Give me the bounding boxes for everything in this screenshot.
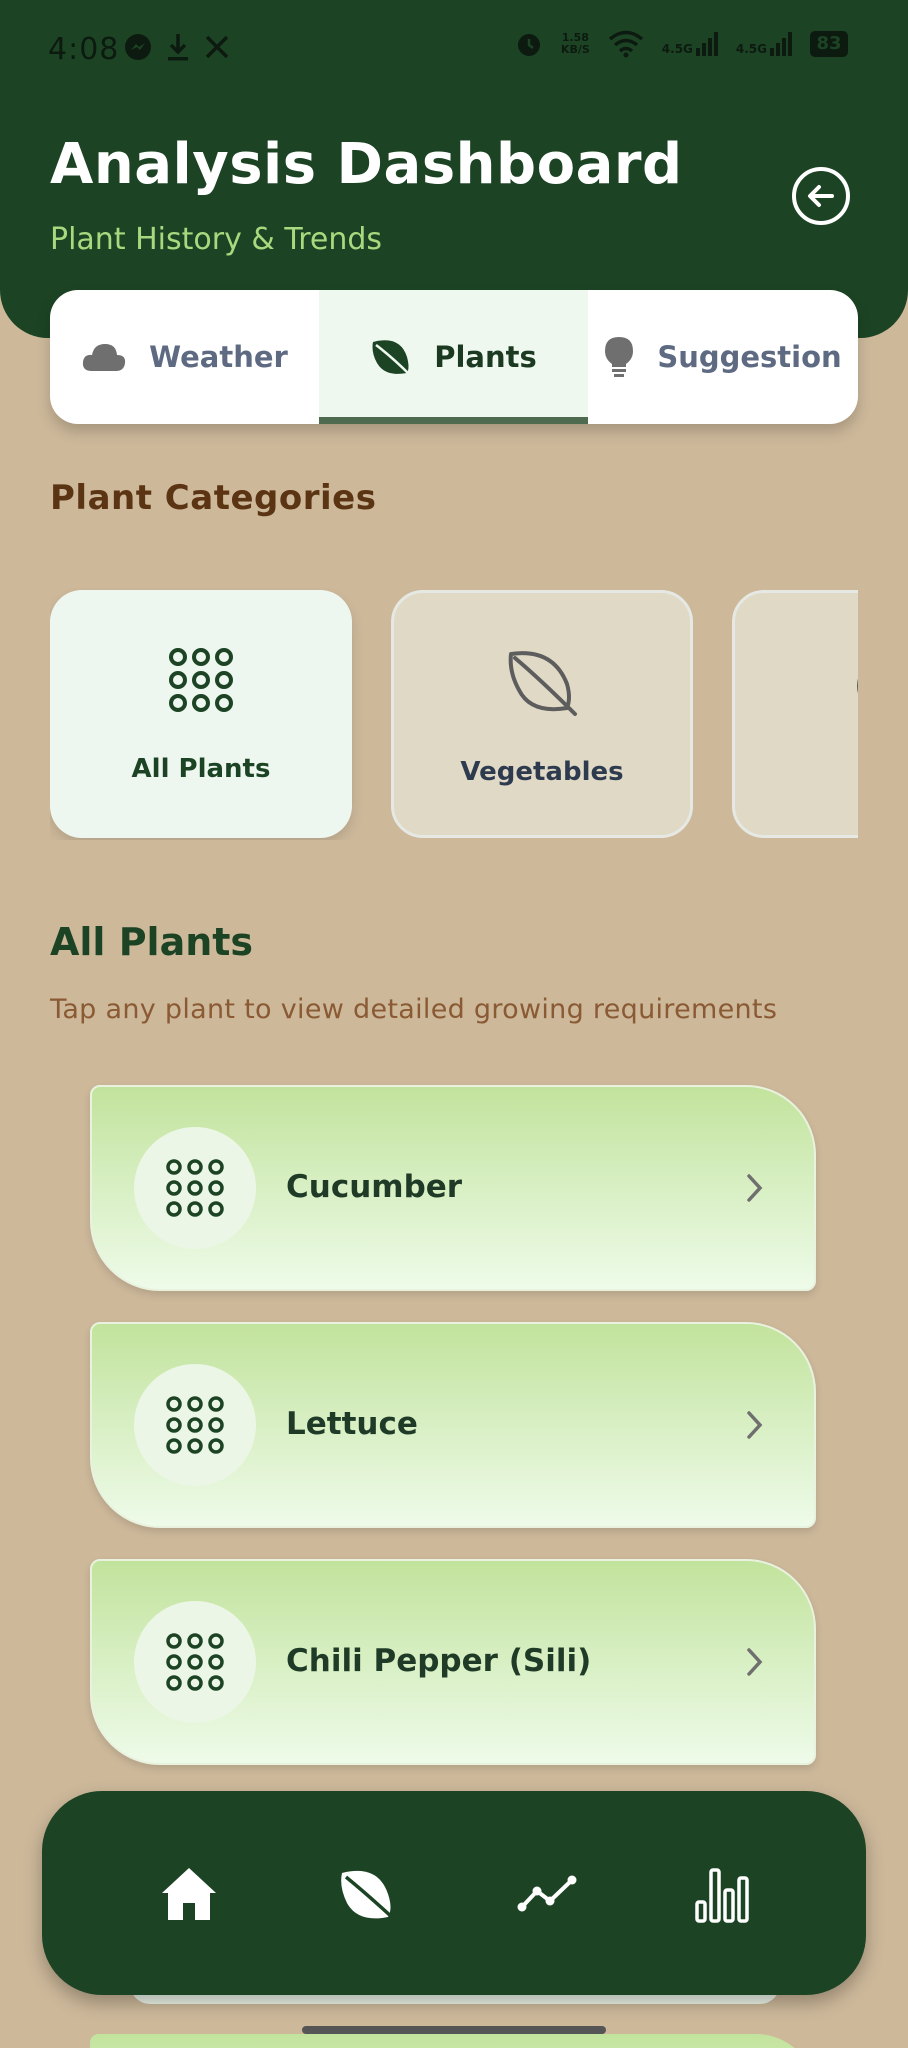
leaf-outline-icon bbox=[508, 651, 577, 716]
leaf-icon bbox=[341, 1870, 396, 1921]
home-indicator bbox=[302, 2026, 606, 2034]
plant-avatar bbox=[134, 1127, 256, 1249]
network-label-1: 4.5G bbox=[661, 42, 693, 56]
plant-card-partial-next[interactable] bbox=[90, 2034, 816, 2048]
bar-chart-icon bbox=[695, 1868, 749, 1923]
speed-unit: KB/S bbox=[560, 43, 590, 56]
grid-dots-icon bbox=[166, 1159, 224, 1217]
page-subtitle: Plant History & Trends bbox=[50, 222, 383, 257]
circle-icon bbox=[857, 678, 858, 694]
plant-name: Cucumber bbox=[286, 1169, 463, 1205]
tab-label: Suggestion bbox=[657, 340, 842, 374]
wifi-icon bbox=[608, 30, 643, 58]
chevron-right-icon bbox=[747, 1648, 763, 1676]
chevron-right-icon bbox=[747, 1411, 763, 1439]
tab-label: Weather bbox=[149, 340, 288, 374]
page-title: Analysis Dashboard bbox=[50, 132, 683, 197]
cell-signal-1: 4.5G bbox=[662, 32, 718, 56]
notification-icons bbox=[124, 32, 230, 62]
arrow-left-icon bbox=[808, 185, 834, 207]
status-bar: 4:08 1.58 KB/S 4.5G 4.5G 83 bbox=[0, 0, 908, 100]
plants-heading: All Plants bbox=[50, 920, 254, 964]
category-fruits[interactable]: F bbox=[732, 590, 858, 838]
category-all-plants[interactable]: All Plants bbox=[50, 590, 352, 838]
plant-card-cucumber[interactable]: Cucumber bbox=[90, 1085, 816, 1291]
tab-weather[interactable]: Weather bbox=[50, 290, 319, 424]
plant-name: Lettuce bbox=[286, 1406, 418, 1442]
back-button[interactable] bbox=[792, 167, 850, 225]
nav-plants[interactable] bbox=[332, 1859, 402, 1929]
bottom-navigation bbox=[42, 1791, 866, 1995]
grid-dots-icon bbox=[166, 1396, 224, 1454]
categories-heading: Plant Categories bbox=[50, 478, 377, 518]
download-icon bbox=[168, 34, 188, 61]
tab-suggestion[interactable]: Suggestion bbox=[588, 290, 857, 424]
leaf-icon bbox=[372, 340, 412, 376]
nav-trends[interactable] bbox=[512, 1859, 582, 1929]
network-label-2: 4.5G bbox=[735, 42, 767, 56]
grid-dots-icon bbox=[166, 1633, 224, 1691]
x-app-icon bbox=[205, 35, 229, 59]
network-speed: 1.58 KB/S bbox=[561, 32, 590, 56]
plant-card-chili-pepper[interactable]: Chili Pepper (Sili) bbox=[90, 1559, 816, 1765]
plants-subtitle: Tap any plant to view detailed growing r… bbox=[50, 994, 778, 1025]
nav-home[interactable] bbox=[154, 1859, 224, 1929]
status-time: 4:08 bbox=[48, 32, 120, 67]
tab-plants[interactable]: Plants bbox=[319, 290, 588, 424]
plant-name: Chili Pepper (Sili) bbox=[286, 1643, 592, 1679]
signal-bars-icon bbox=[770, 32, 792, 56]
trend-line-icon bbox=[517, 1875, 577, 1912]
category-scroll[interactable]: All Plants Vegetables F bbox=[50, 588, 858, 840]
plant-avatar bbox=[134, 1601, 256, 1723]
tab-bar: Weather Plants Suggestion bbox=[50, 290, 858, 424]
home-icon bbox=[162, 1868, 216, 1920]
battery-indicator: 83 bbox=[810, 31, 848, 57]
nav-analytics[interactable] bbox=[687, 1859, 757, 1929]
category-label: Vegetables bbox=[460, 757, 624, 787]
cell-signal-2: 4.5G bbox=[736, 32, 792, 56]
grid-dots-icon bbox=[169, 648, 233, 712]
status-indicators: 1.58 KB/S 4.5G 4.5G 83 bbox=[515, 30, 848, 58]
messenger-icon bbox=[125, 34, 151, 60]
plant-avatar bbox=[134, 1364, 256, 1486]
tab-label: Plants bbox=[434, 340, 537, 374]
cloud-icon bbox=[83, 344, 126, 371]
signal-bars-icon bbox=[695, 32, 718, 56]
lightbulb-icon bbox=[605, 337, 634, 377]
category-vegetables[interactable]: Vegetables bbox=[391, 590, 693, 838]
chevron-right-icon bbox=[747, 1174, 763, 1202]
plant-card-lettuce[interactable]: Lettuce bbox=[90, 1322, 816, 1528]
alarm-icon bbox=[517, 34, 540, 56]
category-label: All Plants bbox=[131, 754, 271, 784]
